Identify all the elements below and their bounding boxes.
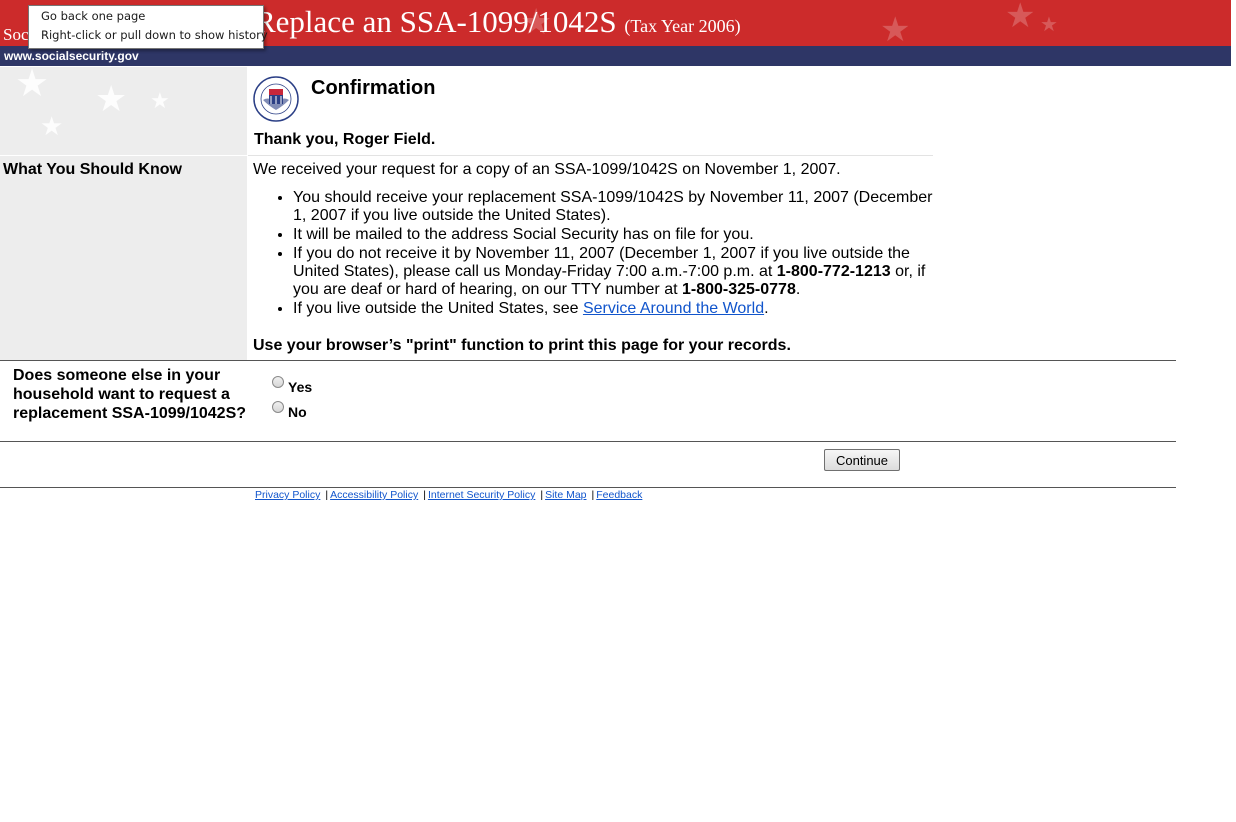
- star-decoration: ★: [880, 10, 911, 46]
- privacy-policy-link[interactable]: Privacy Policy: [255, 489, 320, 501]
- footer-separator: |: [540, 489, 544, 501]
- household-question: Does someone else in your household want…: [13, 367, 247, 422]
- ssa-seal-icon: [253, 76, 299, 122]
- sidebar-decoration: ★ ★ ★ ★: [0, 67, 247, 155]
- section-divider: [0, 441, 1176, 442]
- site-url: www.socialsecurity.gov: [4, 49, 139, 63]
- footer-separator: |: [325, 489, 329, 501]
- list-item-text: .: [764, 300, 769, 317]
- list-item: If you live outside the United States, s…: [293, 300, 933, 318]
- section-divider: [0, 360, 1176, 361]
- footer-divider: [0, 487, 1176, 488]
- star-decoration: ★: [95, 79, 128, 120]
- print-instruction: Use your browser’s "print" function to p…: [253, 337, 791, 354]
- confirmation-heading: Confirmation: [311, 77, 436, 99]
- page-title-main: Replace an SSA-1099/1042S: [255, 4, 617, 39]
- sidebar-divider: [0, 155, 247, 156]
- service-around-the-world-link[interactable]: Service Around the World: [583, 300, 764, 317]
- continue-button[interactable]: Continue: [824, 449, 900, 471]
- yes-radio-label[interactable]: Yes: [288, 379, 312, 395]
- accessibility-policy-link[interactable]: Accessibility Policy: [330, 489, 418, 501]
- internet-security-policy-link[interactable]: Internet Security Policy: [428, 489, 535, 501]
- back-button-tooltip: Go back one page Right-click or pull dow…: [28, 5, 268, 49]
- list-item: It will be mailed to the address Social …: [293, 226, 933, 244]
- list-item: If you do not receive it by November 11,…: [293, 245, 933, 299]
- what-you-should-know-label: What You Should Know: [3, 161, 182, 178]
- list-item: You should receive your replacement SSA-…: [293, 189, 933, 225]
- tty-number: 1-800-325-0778: [681, 281, 796, 298]
- no-radio-label[interactable]: No: [288, 404, 307, 420]
- footer-separator: |: [423, 489, 426, 501]
- no-radio[interactable]: [272, 401, 284, 413]
- footer-separator: |: [591, 489, 595, 501]
- thank-you-message: Thank you, Roger Field.: [254, 131, 436, 148]
- star-decoration: ★: [150, 89, 170, 114]
- star-decoration: ★: [40, 112, 64, 142]
- footer-links: Privacy Policy | Accessibility Policy | Inte…: [255, 489, 642, 501]
- list-item-text: .: [795, 281, 801, 298]
- sidebar: ★ ★ ★ ★ What You Should Know: [0, 67, 247, 360]
- request-received-text: We received your request for a copy of a…: [253, 161, 841, 178]
- tooltip-line-1: Go back one page: [41, 9, 146, 23]
- star-decoration: ★: [1040, 12, 1058, 36]
- page-title: Replace an SSA-1099/1042S (Tax Year 2006…: [255, 4, 741, 40]
- star-decoration: ★: [1005, 0, 1036, 36]
- yes-radio[interactable]: [272, 376, 284, 388]
- star-decoration: ★: [15, 67, 50, 105]
- tooltip-line-2: Right-click or pull down to show history: [41, 28, 268, 42]
- agency-name-partial: Soc: [3, 25, 29, 44]
- url-bar: www.socialsecurity.gov: [0, 46, 1231, 66]
- list-item-text: If you live outside the United States, s…: [293, 300, 583, 317]
- site-map-link[interactable]: Site Map: [545, 489, 586, 501]
- phone-number: 1-800-772-1213: [776, 263, 891, 280]
- info-list: You should receive your replacement SSA-…: [253, 189, 933, 319]
- content-divider: [248, 155, 933, 156]
- feedback-link[interactable]: Feedback: [596, 489, 642, 501]
- tax-year: (Tax Year 2006): [624, 16, 741, 36]
